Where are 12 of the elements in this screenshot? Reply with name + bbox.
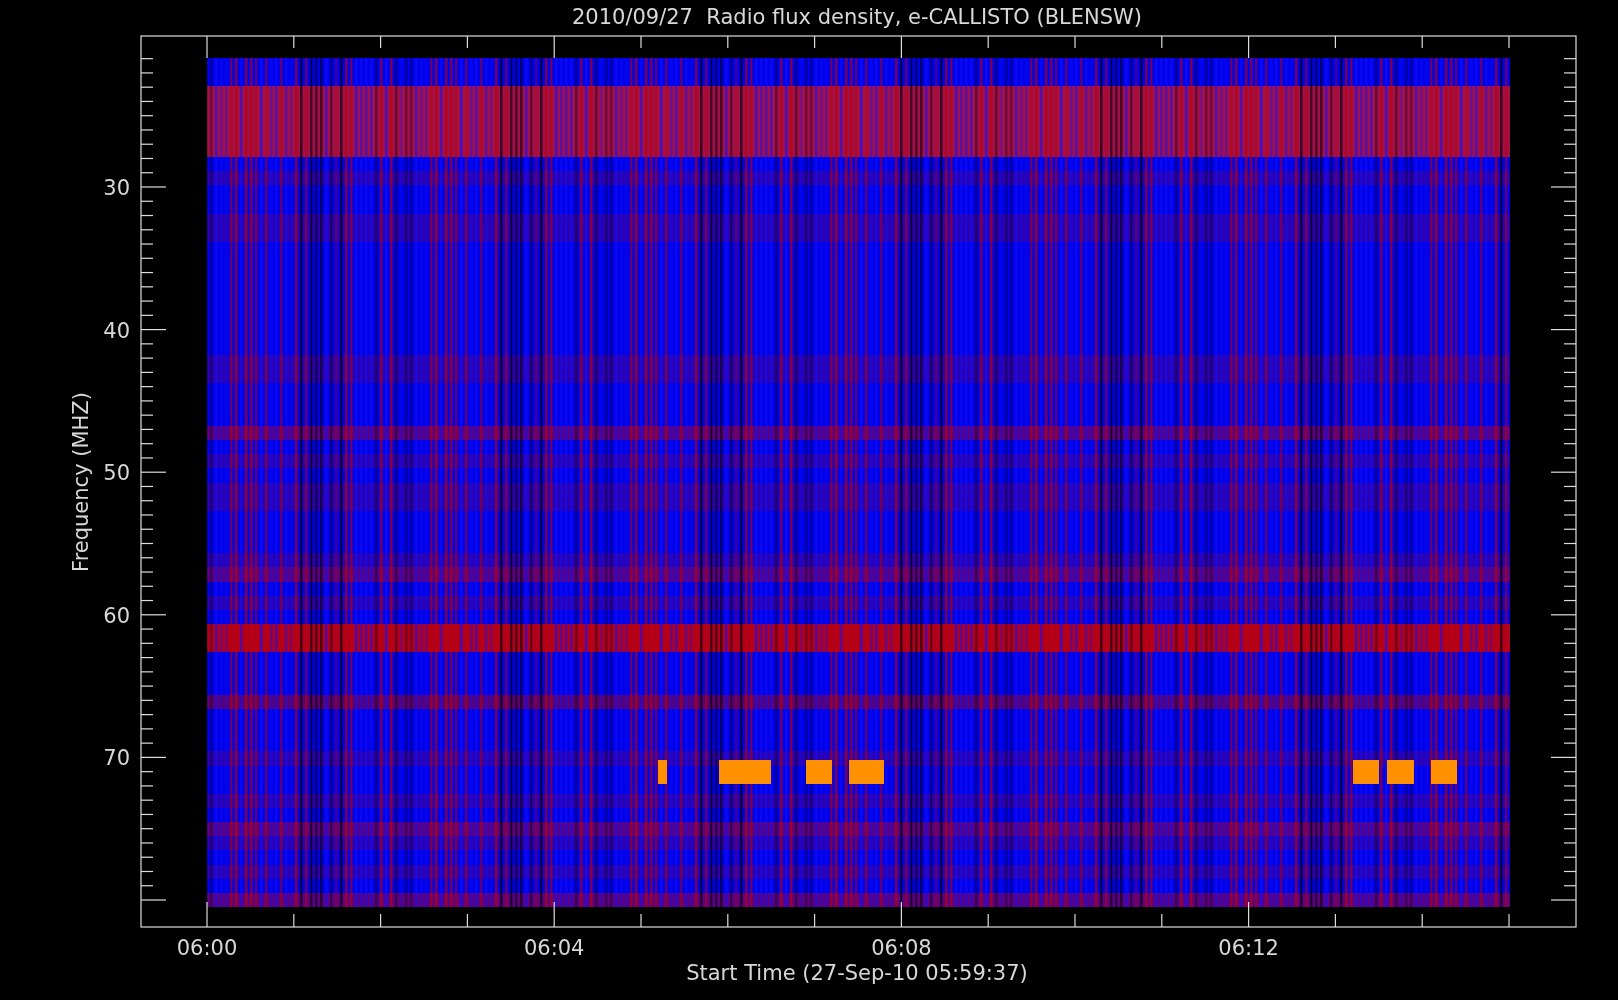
- x-axis-label: Start Time (27-Sep-10 05:59:37): [686, 961, 1028, 985]
- x-tick-label: 06:04: [523, 936, 585, 960]
- chart-title: 2010/09/27 Radio flux density, e-CALLISTO (BLENSW): [571, 5, 1143, 29]
- x-tick-label: 06:08: [871, 936, 932, 960]
- x-tick-label: 06:00: [176, 936, 238, 960]
- y-tick-label: 30: [103, 176, 130, 200]
- y-tick-label: 70: [103, 746, 130, 771]
- x-tick-label: 06:12: [1218, 936, 1279, 960]
- y-tick-label: 50: [103, 461, 130, 486]
- y-tick-label: 40: [103, 318, 130, 343]
- y-axis-label: Frequency (MHZ): [69, 392, 93, 572]
- y-tick-label: 60: [103, 603, 130, 628]
